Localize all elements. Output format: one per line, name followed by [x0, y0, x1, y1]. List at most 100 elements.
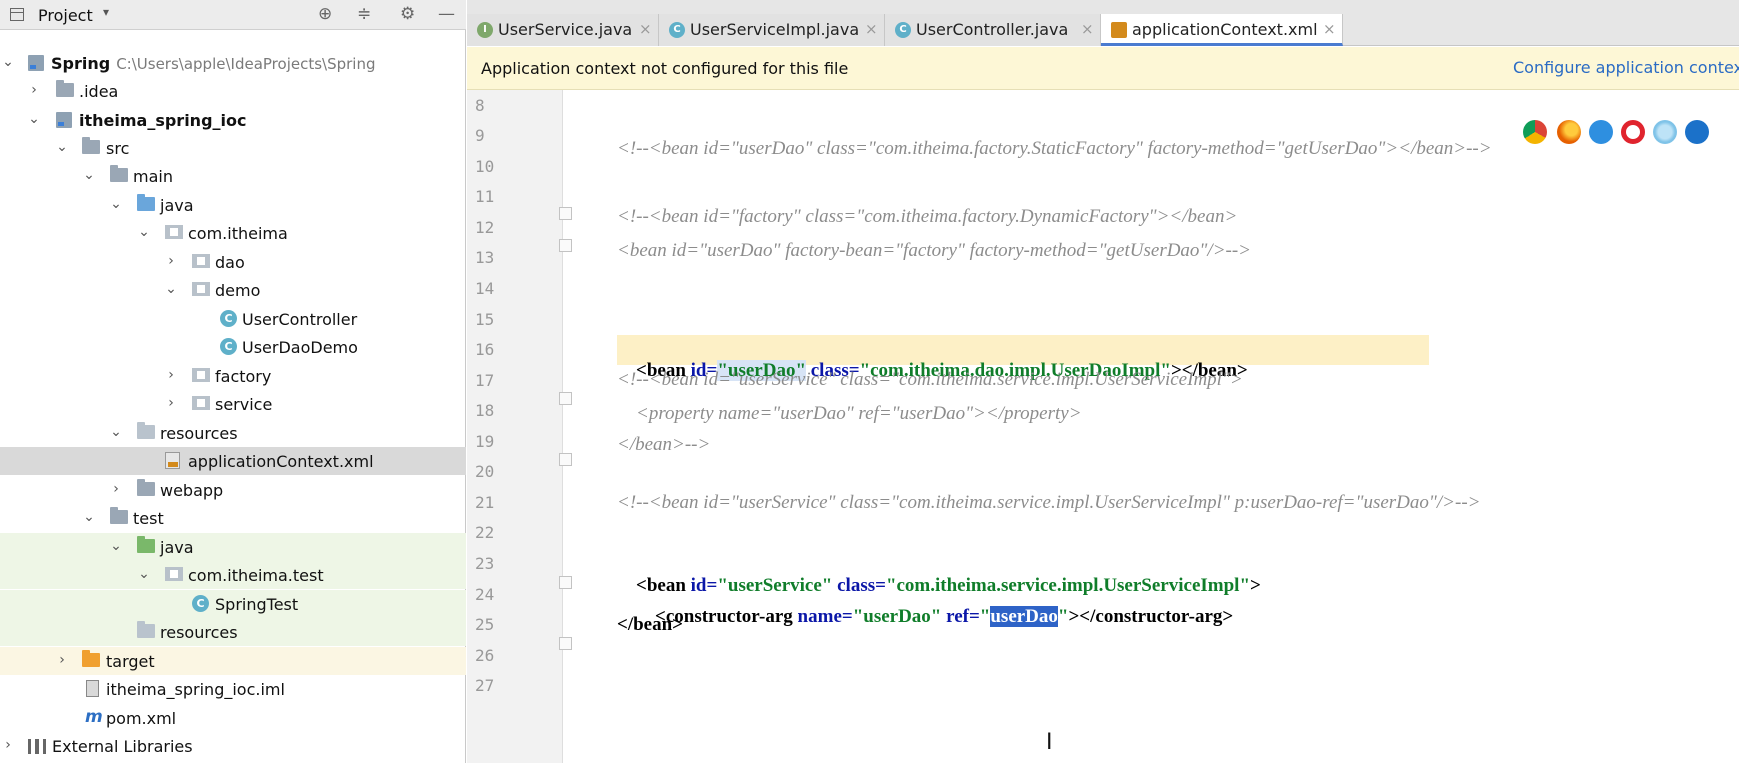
fold-marker-icon[interactable]: [559, 207, 572, 220]
editor-tab-bar: I UserService.java × C UserServiceImpl.j…: [467, 0, 1739, 46]
tree-item-label: .idea: [79, 82, 119, 101]
module-folder-icon: [56, 112, 72, 128]
chevron-right-icon[interactable]: ›: [1, 735, 15, 755]
opera-icon[interactable]: [1621, 120, 1645, 144]
tree-item-test-resources[interactable]: resources: [0, 618, 466, 646]
chevron-down-icon[interactable]: ⌄: [55, 137, 69, 157]
line-number: 19: [475, 432, 495, 451]
tab-label: UserService.java: [498, 20, 633, 39]
chevron-right-icon[interactable]: ›: [164, 365, 178, 385]
locate-file-icon[interactable]: ⊕: [318, 4, 332, 24]
code-line-19: </bean>-->: [617, 434, 711, 455]
collapse-all-icon[interactable]: ≑: [357, 4, 371, 24]
tab-usercontroller-java[interactable]: C UserController.java ×: [885, 14, 1101, 46]
tree-item-main[interactable]: ⌄ main: [0, 162, 466, 190]
tree-item-resources[interactable]: ⌄ resources: [0, 419, 466, 447]
source-folder-icon: [137, 194, 155, 211]
close-icon[interactable]: ×: [639, 20, 652, 38]
chevron-down-icon[interactable]: ⌄: [109, 194, 123, 214]
tree-item-service[interactable]: › service: [0, 390, 466, 418]
tree-item-label: src: [106, 139, 130, 158]
chevron-right-icon[interactable]: ›: [164, 393, 178, 413]
chevron-down-icon[interactable]: ⌄: [109, 422, 123, 442]
line-number: 26: [475, 646, 495, 665]
tree-item-dao[interactable]: › dao: [0, 248, 466, 276]
chrome-icon[interactable]: [1523, 120, 1547, 144]
xml-value: "userDao": [852, 606, 942, 627]
chevron-down-icon[interactable]: ⌄: [27, 109, 41, 129]
tree-item-usercontroller[interactable]: C UserController: [0, 305, 466, 333]
tree-item-external-libraries[interactable]: › External Libraries: [0, 732, 466, 760]
chevron-right-icon[interactable]: ›: [109, 479, 123, 499]
tree-item-label: applicationContext.xml: [188, 452, 374, 471]
tree-item-spring[interactable]: ⌄ Spring C:\Users\apple\IdeaProjects\Spri…: [0, 49, 466, 77]
tree-item-userdaodemo[interactable]: C UserDaoDemo: [0, 333, 466, 361]
fold-marker-icon[interactable]: [559, 239, 572, 252]
tree-item-demo[interactable]: ⌄ demo: [0, 276, 466, 304]
tree-item-label: Spring: [51, 54, 111, 73]
line-number: 12: [475, 218, 495, 237]
tree-item-idea[interactable]: › .idea: [0, 77, 466, 105]
code-line-11: <!--<bean id="factory" class="com.itheim…: [617, 206, 1238, 227]
settings-gear-icon[interactable]: ⚙: [400, 4, 415, 24]
chevron-down-icon[interactable]: ⌄: [109, 536, 123, 556]
tab-userserviceimpl-java[interactable]: C UserServiceImpl.java ×: [659, 14, 885, 46]
chevron-down-icon[interactable]: ⌄: [164, 279, 178, 299]
close-icon[interactable]: ×: [1323, 20, 1336, 38]
configure-context-link[interactable]: Configure application contex: [1513, 58, 1739, 77]
close-icon[interactable]: ×: [1081, 20, 1094, 38]
line-number: 23: [475, 554, 495, 573]
tree-item-target[interactable]: › target: [0, 647, 466, 675]
project-view-dropdown-icon[interactable]: ▾: [103, 5, 109, 19]
fold-marker-icon[interactable]: [559, 392, 572, 405]
hide-panel-icon[interactable]: —: [438, 4, 455, 24]
tree-item-factory[interactable]: › factory: [0, 362, 466, 390]
tab-userservice-java[interactable]: I UserService.java ×: [467, 14, 659, 46]
tree-item-applicationcontext-xml[interactable]: applicationContext.xml: [0, 447, 466, 475]
chevron-right-icon[interactable]: ›: [27, 80, 41, 100]
ie-icon[interactable]: [1653, 120, 1677, 144]
edge-icon[interactable]: [1685, 120, 1709, 144]
close-icon[interactable]: ×: [865, 20, 878, 38]
tree-item-com-itheima[interactable]: ⌄ com.itheima: [0, 219, 466, 247]
safari-icon[interactable]: [1589, 120, 1613, 144]
project-panel: Project ▾ ⊕ ≑ ⚙ — ⌄ Spring C:\Users\apple…: [0, 0, 466, 763]
tree-item-webapp[interactable]: › webapp: [0, 476, 466, 504]
tree-item-label: target: [106, 652, 155, 671]
text-cursor-icon: I: [1046, 730, 1053, 755]
chevron-down-icon[interactable]: ⌄: [82, 507, 96, 527]
fold-marker-icon[interactable]: [559, 576, 572, 589]
line-number: 21: [475, 493, 495, 512]
chevron-right-icon[interactable]: ›: [164, 251, 178, 271]
chevron-right-icon[interactable]: ›: [55, 650, 69, 670]
tree-item-label: UserController: [242, 310, 358, 329]
tree-item-label: webapp: [160, 481, 224, 500]
chevron-down-icon[interactable]: ⌄: [82, 165, 96, 185]
firefox-icon[interactable]: [1557, 120, 1581, 144]
tree-item-label: External Libraries: [52, 737, 193, 756]
chevron-down-icon[interactable]: ⌄: [1, 52, 15, 72]
code-editor[interactable]: 8 9 10 11 12 13 14 15 16 17 18 19 20 21 …: [467, 90, 1739, 763]
tree-item-itheima-spring-ioc[interactable]: ⌄ itheima_spring_ioc: [0, 106, 466, 134]
fold-marker-icon[interactable]: [559, 453, 572, 466]
maven-icon: m: [85, 707, 103, 727]
tree-item-springtest[interactable]: C SpringTest: [0, 590, 466, 618]
module-folder-icon: [28, 55, 44, 71]
xml-attr: name=: [792, 606, 853, 627]
line-number: 15: [475, 310, 495, 329]
tree-item-com-itheima-test[interactable]: ⌄ com.itheima.test: [0, 561, 466, 589]
tree-item-test-java[interactable]: ⌄ java: [0, 533, 466, 561]
interface-icon: I: [477, 22, 493, 38]
code-line-24: <constructor-arg name="userDao" ref="use…: [617, 584, 1233, 650]
tree-item-test[interactable]: ⌄ test: [0, 504, 466, 532]
tree-item-src[interactable]: ⌄ src: [0, 134, 466, 162]
chevron-down-icon[interactable]: ⌄: [137, 222, 151, 242]
project-panel-title[interactable]: Project: [38, 6, 93, 25]
chevron-down-icon[interactable]: ⌄: [137, 564, 151, 584]
tree-item-pom-xml[interactable]: m pom.xml: [0, 704, 466, 732]
tab-applicationcontext-xml[interactable]: applicationContext.xml ×: [1101, 14, 1343, 46]
tree-item-iml[interactable]: itheima_spring_ioc.iml: [0, 675, 466, 703]
fold-marker-icon[interactable]: [559, 637, 572, 650]
tree-item-label: SpringTest: [215, 595, 299, 614]
tree-item-java[interactable]: ⌄ java: [0, 191, 466, 219]
